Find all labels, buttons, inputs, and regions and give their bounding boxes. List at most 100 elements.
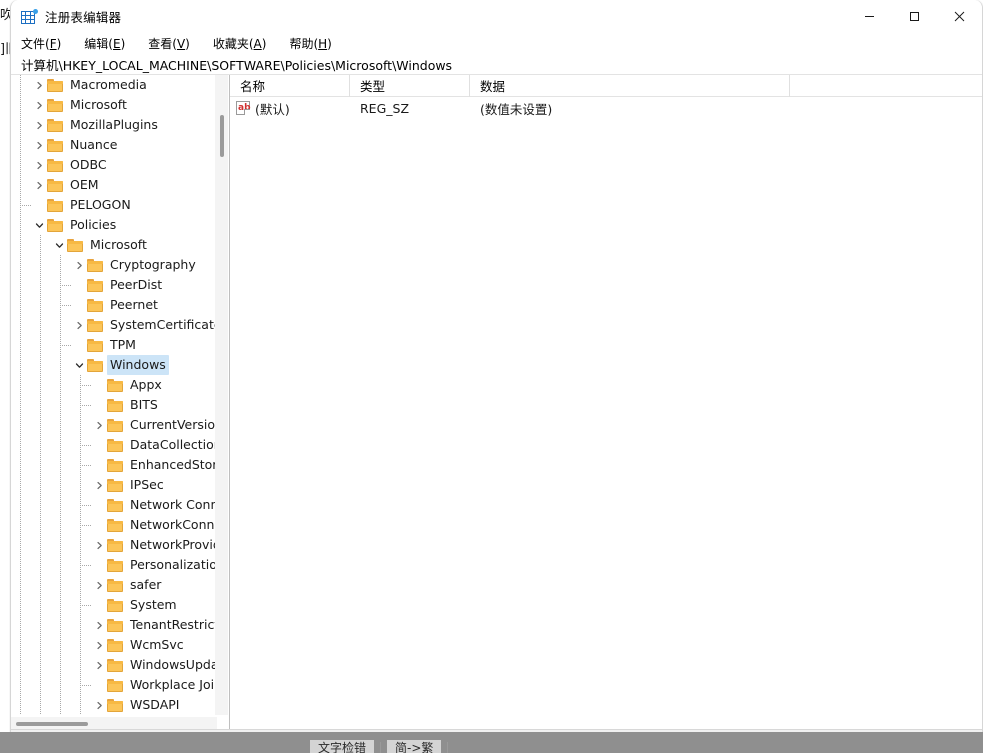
column-header-type[interactable]: 类型	[350, 75, 470, 97]
tree-item-label: MozillaPlugins	[70, 115, 158, 135]
tree-indent	[11, 235, 51, 255]
tree-item-appx[interactable]: Appx	[11, 375, 216, 395]
tree-item-label: TPM	[110, 335, 136, 355]
maximize-button[interactable]	[892, 0, 937, 33]
tree-item-workplace-join[interactable]: Workplace Join	[11, 675, 216, 695]
tree-expander-placeholder	[91, 435, 107, 455]
tree-item-windowsupdate[interactable]: WindowsUpdate	[11, 655, 216, 675]
tree-item-currentversion[interactable]: CurrentVersion	[11, 415, 216, 435]
tree-item-label: Policies	[70, 215, 116, 235]
minimize-button[interactable]	[847, 0, 892, 33]
tree-item-windows[interactable]: Windows	[11, 355, 216, 375]
tree-item-nuance[interactable]: Nuance	[11, 135, 216, 155]
tree-item-tpm[interactable]: TPM	[11, 335, 216, 355]
tree-item-oem[interactable]: OEM	[11, 175, 216, 195]
tree-item-mozillaplugins[interactable]: MozillaPlugins	[11, 115, 216, 135]
column-header-name[interactable]: 名称	[230, 75, 350, 97]
window-controls	[847, 0, 982, 33]
tree-expander-placeholder	[71, 335, 87, 355]
chevron-right-icon[interactable]	[91, 415, 107, 435]
tree-item-bits[interactable]: BITS	[11, 395, 216, 415]
tree-item-datacollection[interactable]: DataCollection	[11, 435, 216, 455]
tree-item-label: ODBC	[70, 155, 107, 175]
tree-horizontal-scrollbar-thumb[interactable]	[16, 722, 88, 726]
tree-item-personalization[interactable]: Personalization	[11, 555, 216, 575]
chevron-down-icon[interactable]	[31, 215, 47, 235]
chevron-right-icon[interactable]	[31, 135, 47, 155]
address-bar[interactable]: 计算机\HKEY_LOCAL_MACHINE\SOFTWARE\Policies…	[11, 54, 982, 75]
chevron-right-icon[interactable]	[31, 75, 47, 95]
close-button[interactable]	[937, 0, 982, 33]
tree-indent	[11, 415, 91, 435]
tree-indent	[11, 375, 91, 395]
tree-indent	[11, 155, 31, 175]
table-row[interactable]: ab (默认) REG_SZ (数值未设置)	[230, 97, 983, 119]
tree-vertical-scrollbar-thumb[interactable]	[220, 115, 224, 157]
chevron-right-icon[interactable]	[71, 255, 87, 275]
tree-item-label: CurrentVersion	[130, 415, 216, 435]
folder-icon	[107, 678, 124, 692]
tree-item-network-connections[interactable]: Network Connections	[11, 495, 216, 515]
chevron-right-icon[interactable]	[91, 655, 107, 675]
tree-item-macromedia[interactable]: Macromedia	[11, 75, 216, 95]
folder-icon	[107, 558, 124, 572]
ime-button-spellcheck[interactable]: 文字检错	[310, 740, 374, 753]
tree-item-peernet[interactable]: Peernet	[11, 295, 216, 315]
tree-indent	[11, 75, 31, 95]
tree-item-safer[interactable]: safer	[11, 575, 216, 595]
chevron-right-icon[interactable]	[31, 95, 47, 115]
tree-item-systemcertificates[interactable]: SystemCertificates	[11, 315, 216, 335]
menu-item-file[interactable]: 文件(F)	[21, 34, 70, 54]
chevron-right-icon[interactable]	[91, 575, 107, 595]
folder-icon	[67, 238, 84, 252]
value-name-text: (默认)	[255, 99, 290, 118]
chevron-right-icon[interactable]	[71, 315, 87, 335]
tree-indent	[11, 455, 91, 475]
chevron-right-icon[interactable]	[31, 155, 47, 175]
column-header-data[interactable]: 数据	[470, 75, 790, 97]
chevron-right-icon[interactable]	[91, 695, 107, 715]
chevron-right-icon[interactable]	[91, 535, 107, 555]
tree-item-ipsec[interactable]: IPSec	[11, 475, 216, 495]
registry-editor-window: 注册表编辑器	[10, 0, 983, 745]
chevron-right-icon[interactable]	[31, 115, 47, 135]
chevron-right-icon[interactable]	[91, 635, 107, 655]
tree-item-wcmsvc[interactable]: WcmSvc	[11, 635, 216, 655]
tree-item-tenantrestrictions[interactable]: TenantRestrictions	[11, 615, 216, 635]
value-name-cell[interactable]: ab (默认)	[230, 97, 350, 119]
tree-item-label: Windows	[107, 355, 169, 375]
tree-item-system[interactable]: System	[11, 595, 216, 615]
tree-item-networkprovider[interactable]: NetworkProvider	[11, 535, 216, 555]
tree-item-label: System	[130, 595, 177, 615]
tree-item-enhancedstoragedevices[interactable]: EnhancedStorageDevices	[11, 455, 216, 475]
tree-item-microsoft[interactable]: Microsoft	[11, 95, 216, 115]
tree-item-label: Cryptography	[110, 255, 196, 275]
menu-item-edit[interactable]: 编辑(E)	[84, 34, 134, 54]
folder-icon	[47, 218, 64, 232]
tree-indent	[11, 495, 91, 515]
tree-expander-placeholder	[91, 455, 107, 475]
tree-item-odbc[interactable]: ODBC	[11, 155, 216, 175]
chevron-down-icon[interactable]	[71, 355, 87, 375]
chevron-down-icon[interactable]	[51, 235, 67, 255]
tree-item-peerdist[interactable]: PeerDist	[11, 275, 216, 295]
ime-button-simplified-to-traditional[interactable]: 简->繁	[387, 740, 441, 753]
tree-item-label: IPSec	[130, 475, 164, 495]
tree-item-pelogon[interactable]: PELOGON	[11, 195, 216, 215]
tree-item-networkconnectivitystatusindicator[interactable]: NetworkConnectivityStatusIndicator	[11, 515, 216, 535]
folder-icon	[87, 278, 104, 292]
folder-icon	[107, 638, 124, 652]
chevron-right-icon[interactable]	[91, 615, 107, 635]
tree-item-wsdapi[interactable]: WSDAPI	[11, 695, 216, 715]
tree-item-policies[interactable]: Policies	[11, 215, 216, 235]
chevron-right-icon[interactable]	[31, 175, 47, 195]
menu-item-help[interactable]: 帮助(H)	[289, 34, 340, 54]
tree-item-cryptography[interactable]: Cryptography	[11, 255, 216, 275]
menu-item-view[interactable]: 查看(V)	[148, 34, 199, 54]
chevron-right-icon[interactable]	[91, 475, 107, 495]
tree-indent	[11, 195, 31, 215]
tree-item-microsoft[interactable]: Microsoft	[11, 235, 216, 255]
menu-item-favorites[interactable]: 收藏夹(A)	[213, 34, 276, 54]
tree-vertical-scrollbar[interactable]	[215, 75, 228, 715]
tree-horizontal-scrollbar[interactable]	[11, 716, 217, 730]
